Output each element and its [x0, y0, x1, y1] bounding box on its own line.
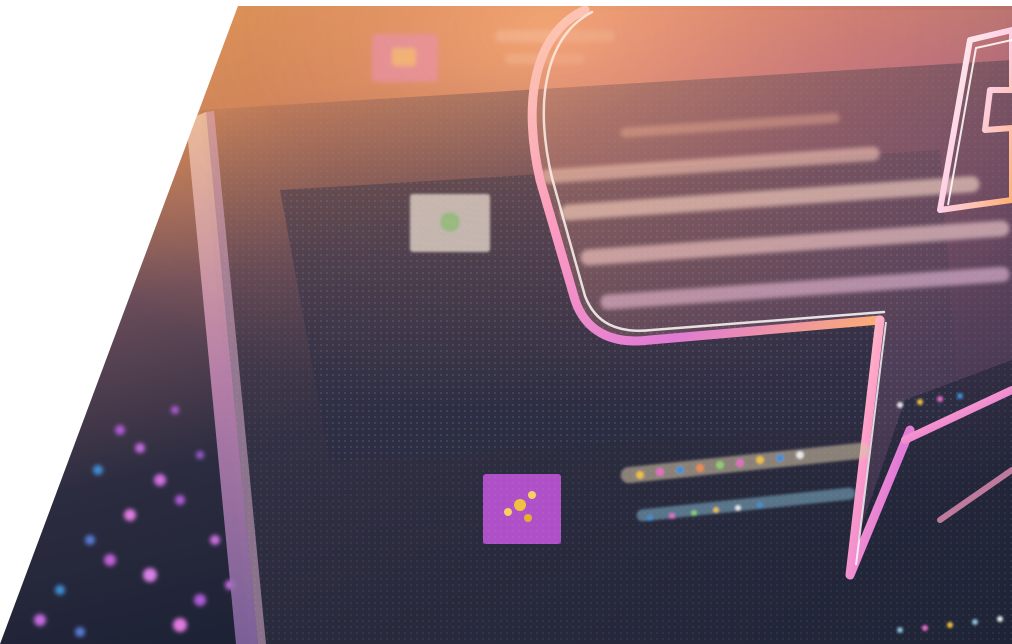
hero-illustration — [0, 6, 1012, 644]
